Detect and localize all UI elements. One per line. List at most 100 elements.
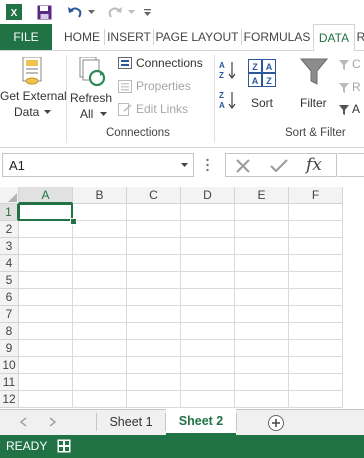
cell-d4[interactable] <box>181 255 235 272</box>
column-header-b[interactable]: B <box>73 187 127 204</box>
cell-c11[interactable] <box>127 374 181 391</box>
cell-b5[interactable] <box>73 272 127 289</box>
name-box[interactable]: A1 <box>2 153 194 177</box>
get-external-data-button[interactable]: Get External Data <box>0 51 67 125</box>
cell-b2[interactable] <box>73 221 127 238</box>
column-header-d[interactable]: D <box>181 187 235 204</box>
column-header-c[interactable]: C <box>127 187 181 204</box>
cell-f7[interactable] <box>289 306 343 323</box>
row-header-11[interactable]: 11 <box>0 374 19 391</box>
active-cell-indicator[interactable] <box>18 203 73 221</box>
cell-b11[interactable] <box>73 374 127 391</box>
cell-a9[interactable] <box>19 340 73 357</box>
cell-b12[interactable] <box>73 391 127 408</box>
select-all-button[interactable] <box>0 187 19 204</box>
cell-e5[interactable] <box>235 272 289 289</box>
cell-c3[interactable] <box>127 238 181 255</box>
cell-b4[interactable] <box>73 255 127 272</box>
cell-e9[interactable] <box>235 340 289 357</box>
resize-handle[interactable] <box>206 158 209 172</box>
row-header-4[interactable]: 4 <box>0 255 19 272</box>
cell-c10[interactable] <box>127 357 181 374</box>
cell-c12[interactable] <box>127 391 181 408</box>
connections-button[interactable]: Connections <box>116 55 212 73</box>
scroll-left-icon[interactable] <box>18 416 32 430</box>
fill-handle[interactable] <box>70 218 77 225</box>
cell-a3[interactable] <box>19 238 73 255</box>
cell-a6[interactable] <box>19 289 73 306</box>
cell-f2[interactable] <box>289 221 343 238</box>
cell-f9[interactable] <box>289 340 343 357</box>
row-header-8[interactable]: 8 <box>0 323 19 340</box>
cell-a2[interactable] <box>19 221 73 238</box>
cancel-icon[interactable] <box>235 158 251 174</box>
insert-function-icon[interactable]: fx <box>306 155 322 175</box>
cell-a5[interactable] <box>19 272 73 289</box>
row-header-3[interactable]: 3 <box>0 238 19 255</box>
cell-b10[interactable] <box>73 357 127 374</box>
refresh-all-button[interactable]: Refresh All <box>68 51 114 125</box>
cell-c1[interactable] <box>127 204 181 221</box>
sheet-tab-1[interactable]: Sheet 1 <box>97 410 165 434</box>
cell-c2[interactable] <box>127 221 181 238</box>
cell-a4[interactable] <box>19 255 73 272</box>
row-header-1[interactable]: 1 <box>0 204 19 221</box>
sheet-tab-2[interactable]: Sheet 2 <box>166 409 236 435</box>
row-header-6[interactable]: 6 <box>0 289 19 306</box>
cell-f1[interactable] <box>289 204 343 221</box>
cell-f5[interactable] <box>289 272 343 289</box>
cell-c7[interactable] <box>127 306 181 323</box>
sort-z-to-a-button[interactable]: Z A <box>218 89 238 111</box>
enter-check-icon[interactable] <box>270 158 288 174</box>
customize-icon[interactable] <box>140 2 154 22</box>
row-header-10[interactable]: 10 <box>0 357 19 374</box>
row-header-5[interactable]: 5 <box>0 272 19 289</box>
undo-dropdown-icon[interactable] <box>86 2 96 22</box>
cell-b8[interactable] <box>73 323 127 340</box>
redo-icon[interactable] <box>104 2 126 22</box>
cell-d10[interactable] <box>181 357 235 374</box>
cell-f11[interactable] <box>289 374 343 391</box>
tab-review-partial[interactable]: R <box>355 24 364 50</box>
cell-b1[interactable] <box>73 204 127 221</box>
cell-c8[interactable] <box>127 323 181 340</box>
cell-b6[interactable] <box>73 289 127 306</box>
cell-c9[interactable] <box>127 340 181 357</box>
cell-e10[interactable] <box>235 357 289 374</box>
cell-a12[interactable] <box>19 391 73 408</box>
cell-d6[interactable] <box>181 289 235 306</box>
tab-home[interactable]: HOME <box>60 24 104 50</box>
cell-e2[interactable] <box>235 221 289 238</box>
cell-f4[interactable] <box>289 255 343 272</box>
cell-a8[interactable] <box>19 323 73 340</box>
formula-input[interactable] <box>338 153 364 177</box>
tab-formulas[interactable]: FORMULAS <box>242 24 312 50</box>
column-header-a[interactable]: A <box>19 187 73 204</box>
cell-b9[interactable] <box>73 340 127 357</box>
column-header-e[interactable]: E <box>235 187 289 204</box>
tab-insert[interactable]: INSERT <box>105 24 153 50</box>
cell-d8[interactable] <box>181 323 235 340</box>
cell-b3[interactable] <box>73 238 127 255</box>
save-icon[interactable] <box>34 2 54 22</box>
tab-file[interactable]: FILE <box>0 24 52 50</box>
cell-a10[interactable] <box>19 357 73 374</box>
sort-button[interactable]: Z A A Z Sort <box>244 55 280 115</box>
cell-e7[interactable] <box>235 306 289 323</box>
scroll-right-icon[interactable] <box>46 416 60 430</box>
tab-data[interactable]: DATA <box>313 24 355 52</box>
cell-f12[interactable] <box>289 391 343 408</box>
tab-page-layout[interactable]: PAGE LAYOUT <box>154 24 240 50</box>
cell-d9[interactable] <box>181 340 235 357</box>
row-header-12[interactable]: 12 <box>0 391 19 408</box>
macro-recording-icon[interactable] <box>57 439 71 453</box>
cell-f6[interactable] <box>289 289 343 306</box>
column-header-f[interactable]: F <box>289 187 343 204</box>
row-header-9[interactable]: 9 <box>0 340 19 357</box>
cell-f10[interactable] <box>289 357 343 374</box>
cell-d7[interactable] <box>181 306 235 323</box>
row-header-2[interactable]: 2 <box>0 221 19 238</box>
cell-d5[interactable] <box>181 272 235 289</box>
cell-d2[interactable] <box>181 221 235 238</box>
cell-c4[interactable] <box>127 255 181 272</box>
